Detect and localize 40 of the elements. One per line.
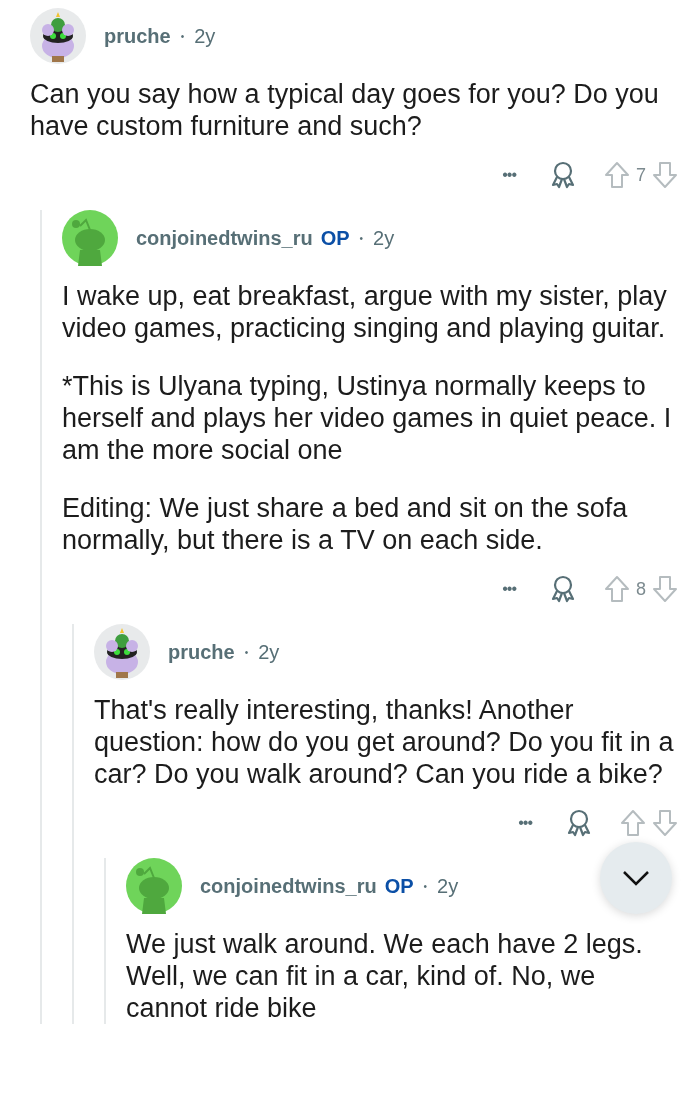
separator-dot: • <box>180 30 185 42</box>
creature-avatar-icon <box>30 8 86 64</box>
comment-text: I wake up, eat breakfast, argue with my sister, play video games, practicing singing and playing guitar. <box>62 280 668 344</box>
downvote-icon[interactable] <box>652 809 678 837</box>
separator-dot: • <box>359 232 364 244</box>
vote-count: 7 <box>636 164 646 186</box>
alien-avatar-icon <box>62 210 118 266</box>
more-options[interactable]: ••• <box>518 814 532 832</box>
more-options[interactable]: ••• <box>502 166 516 184</box>
comment-text: *This is Ulyana typing, Ustinya normally keeps to herself and plays her video games in quiet peace. I am the more social one <box>62 370 673 466</box>
chevron-down-icon <box>622 870 650 886</box>
creature-avatar-icon <box>94 624 150 680</box>
comment-age: 2y <box>258 640 280 664</box>
downvote-icon[interactable] <box>652 575 678 603</box>
separator-dot: • <box>244 646 249 658</box>
comment-text: Can you say how a typical day goes for you? Do you have custom furniture and such? <box>30 78 660 142</box>
comment-text: We just walk around. We each have 2 legs. Well, we can fit in a car, kind of. No, we cannot ride bike <box>126 928 644 1024</box>
username[interactable]: conjoinedtwins_ru <box>136 226 313 250</box>
comment-age: 2y <box>373 226 395 250</box>
more-options[interactable]: ••• <box>502 580 516 598</box>
scroll-down-button[interactable] <box>600 842 672 914</box>
op-label: OP <box>320 226 350 250</box>
username[interactable]: conjoinedtwins_ru <box>200 874 377 898</box>
comment-age: 2y <box>437 874 459 898</box>
vote-count: 8 <box>636 578 646 600</box>
upvote-icon[interactable] <box>604 575 630 603</box>
username[interactable]: pruche <box>168 640 235 664</box>
downvote-icon[interactable] <box>652 161 678 189</box>
comment-text: Editing: We just share a bed and sit on the sofa normally, but there is a TV on each side. <box>62 492 629 556</box>
award-icon[interactable] <box>566 809 592 837</box>
separator-dot: • <box>423 880 428 892</box>
upvote-icon[interactable] <box>620 809 646 837</box>
upvote-icon[interactable] <box>604 161 630 189</box>
op-label: OP <box>384 874 414 898</box>
award-icon[interactable] <box>550 161 576 189</box>
username[interactable]: pruche <box>104 24 171 48</box>
comment-age: 2y <box>194 24 216 48</box>
alien-avatar-icon <box>126 858 182 914</box>
award-icon[interactable] <box>550 575 576 603</box>
comment-text: That's really interesting, thanks! Another question: how do you get around? Do you fit in a car? Do you walk around? Can you ride a bike? <box>94 694 675 790</box>
